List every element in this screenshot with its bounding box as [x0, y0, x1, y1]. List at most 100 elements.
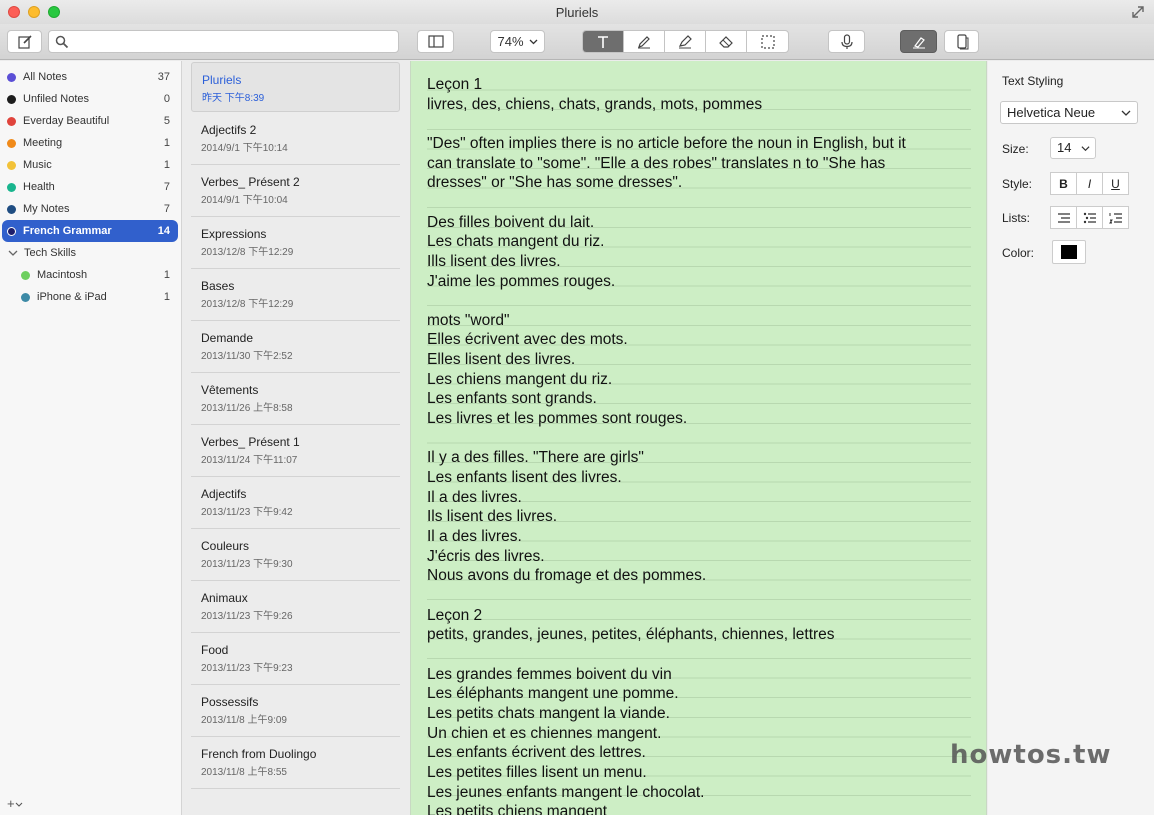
note-list-item[interactable]: Adjectifs 2013/11/23 下午9:42 [191, 477, 400, 529]
highlighter-tool-button[interactable] [665, 31, 706, 52]
microphone-icon [840, 33, 853, 49]
device-icon [956, 33, 968, 49]
folder-color-dot [7, 116, 16, 126]
note-list-item[interactable]: Food 2013/11/23 下午9:23 [191, 633, 400, 685]
zoom-select[interactable]: 74% [490, 30, 545, 53]
note-title: Food [201, 643, 229, 657]
note-list-item[interactable]: Vêtements 2013/11/26 上午8:58 [191, 373, 400, 425]
note-line: Les enfants sont grands. [427, 390, 597, 408]
disclosure-chevron-icon[interactable] [8, 248, 18, 258]
folder-item[interactable]: Unfiled Notes 0 [2, 88, 178, 110]
note-date: 2013/11/23 下午9:23 [201, 663, 293, 674]
watermark: howtos.tw [950, 740, 1112, 770]
note-title: Expressions [201, 227, 267, 241]
new-note-button[interactable] [7, 30, 42, 53]
note-list-item[interactable]: Demande 2013/11/30 下午2:52 [191, 321, 400, 373]
note-date: 2014/9/1 下午10:04 [201, 195, 288, 206]
text-color-swatch [1061, 245, 1077, 259]
folder-item[interactable]: All Notes 37 [2, 66, 178, 88]
note-list-item[interactable]: Couleurs 2013/11/23 下午9:30 [191, 529, 400, 581]
pencil-icon [638, 35, 650, 48]
toggle-sidebar-button[interactable] [417, 30, 454, 53]
folder-group-label: Tech Skills [24, 247, 76, 259]
record-audio-button[interactable] [828, 30, 865, 53]
note-line [427, 114, 967, 134]
folder-item[interactable]: Music 1 [2, 154, 178, 176]
add-folder-button[interactable]: + [7, 796, 23, 811]
note-list-item[interactable]: Adjectifs 2 2014/9/1 下午10:14 [191, 113, 400, 165]
underline-button[interactable]: U [1102, 172, 1129, 195]
note-line: J'aime les pommes rouges. [427, 272, 616, 290]
note-list-item[interactable]: French from Duolingo 2013/11/8 上午8:55 [191, 737, 400, 789]
note-line: "Des" often implies there is no article … [427, 134, 906, 152]
folder-color-dot [7, 204, 16, 214]
note-list-item[interactable]: Possessifs 2013/11/8 上午9:09 [191, 685, 400, 737]
tool-segment [582, 30, 789, 53]
eraser-tool-button[interactable] [706, 31, 747, 52]
note-date: 2013/11/30 下午2:52 [201, 351, 293, 362]
folder-color-dot [7, 138, 16, 148]
note-list-item[interactable]: Pluriels 昨天 下午8:39 [191, 62, 400, 112]
note-line [427, 645, 967, 665]
note-line: Les jeunes enfants mangent le chocolat. [427, 783, 705, 801]
note-date: 2013/11/23 下午9:42 [201, 507, 293, 518]
note-list-item[interactable]: Verbes_ Présent 2 2014/9/1 下午10:04 [191, 165, 400, 217]
align-lines-icon [1057, 212, 1070, 223]
note-title: Verbes_ Présent 2 [201, 175, 300, 189]
numbered-list-button[interactable] [1102, 206, 1129, 229]
list-buttons [1050, 206, 1129, 229]
search-field[interactable] [48, 30, 399, 53]
subfolder-item[interactable]: Macintosh 1 [16, 264, 178, 286]
text-styling-button[interactable] [900, 30, 937, 53]
chevron-down-icon [15, 802, 22, 807]
bold-button[interactable]: B [1050, 172, 1077, 195]
note-list-item[interactable]: Verbes_ Présent 1 2013/11/24 下午11:07 [191, 425, 400, 477]
text-color-well[interactable] [1052, 240, 1086, 264]
note-line: Les enfants écrivent des lettres. [427, 744, 646, 762]
folder-item[interactable]: Health 7 [2, 176, 178, 198]
note-list: Pluriels 昨天 下午8:39 Adjectifs 2 2014/9/1 下午1… [183, 61, 410, 815]
share-button[interactable] [944, 30, 979, 53]
folder-count: 5 [163, 115, 170, 127]
fullscreen-icon[interactable] [1130, 4, 1146, 20]
note-list-item[interactable]: Expressions 2013/12/8 下午12:29 [191, 217, 400, 269]
note-date: 2014/9/1 下午10:14 [201, 143, 288, 154]
note-line: Il a des livres. [427, 528, 522, 546]
note-list-item[interactable]: Bases 2013/12/8 下午12:29 [191, 269, 400, 321]
subfolder-item[interactable]: iPhone & iPad 1 [16, 286, 178, 308]
note-date: 2013/12/8 下午12:29 [201, 299, 294, 310]
font-family-select[interactable]: Helvetica Neue [1000, 101, 1138, 124]
pencil-tool-button[interactable] [624, 31, 665, 52]
chevron-down-icon [1121, 110, 1131, 116]
note-title: Demande [201, 331, 254, 345]
folder-item[interactable]: French Grammar 14 [2, 220, 178, 242]
note-date: 昨天 下午8:39 [202, 93, 265, 104]
note-editor[interactable]: Leçon 1 livres, des, chiens, chats, grand… [410, 61, 987, 815]
note-line: Elles lisent des livres. [427, 351, 576, 369]
note-list-item[interactable]: Animaux 2013/11/23 下午9:26 [191, 581, 400, 633]
note-line: dresses" or "She has some dresses". [427, 174, 683, 192]
font-size-select[interactable]: 14 [1050, 137, 1096, 159]
folder-item[interactable]: Everday Beautiful 5 [2, 110, 178, 132]
note-body[interactable]: Leçon 1 livres, des, chiens, chats, grand… [427, 75, 967, 815]
text-tool-icon [598, 35, 608, 48]
folder-count: 1 [163, 137, 170, 149]
folder-group-tech-skills[interactable]: Tech Skills [2, 242, 178, 264]
folder-item[interactable]: My Notes 7 [2, 198, 178, 220]
italic-button[interactable]: I [1076, 172, 1103, 195]
bulleted-list-button[interactable] [1076, 206, 1103, 229]
toolbar: 74% [0, 24, 1154, 60]
sidebar-icon [427, 35, 444, 48]
note-line: Les petites filles lisent un menu. [427, 763, 647, 781]
text-tool-button[interactable] [583, 31, 624, 52]
folder-count: 1 [163, 269, 170, 281]
folder-count: 1 [163, 291, 170, 303]
note-line: Il a des livres. [427, 488, 522, 506]
search-input[interactable] [73, 33, 393, 50]
folder-item[interactable]: Meeting 1 [2, 132, 178, 154]
note-line: Des filles boivent du lait. [427, 213, 595, 231]
compose-icon [17, 34, 32, 49]
note-title: Bases [201, 279, 235, 293]
plain-list-button[interactable] [1050, 206, 1077, 229]
selection-tool-button[interactable] [747, 31, 788, 52]
